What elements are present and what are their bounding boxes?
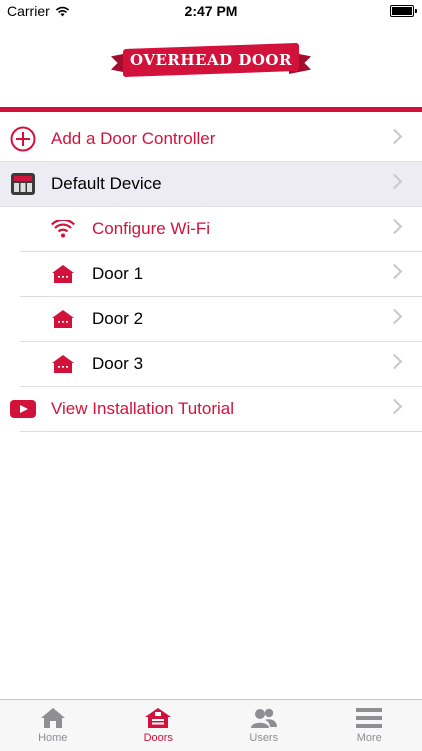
row-label: View Installation Tutorial: [51, 399, 234, 419]
garage-icon: [144, 707, 172, 729]
home-icon: [40, 707, 66, 729]
default-device-row[interactable]: Default Device: [0, 162, 422, 207]
door-1-row[interactable]: Door 1: [20, 252, 422, 297]
device-list: Add a Door Controller Default Device Co: [0, 117, 422, 432]
status-time: 2:47 PM: [0, 3, 422, 19]
garage-icon: [50, 306, 76, 332]
plus-circle-icon: [10, 126, 36, 152]
installation-tutorial-row[interactable]: View Installation Tutorial: [20, 387, 422, 432]
overhead-door-logo: OVERHEAD DOOR: [111, 40, 311, 84]
row-label: Door 1: [92, 264, 143, 284]
tab-label: Home: [38, 732, 67, 744]
logo-text: OVERHEAD DOOR: [123, 48, 299, 72]
tab-home[interactable]: Home: [0, 700, 106, 751]
chevron-right-icon: [387, 219, 403, 235]
battery-icon: [390, 5, 414, 17]
row-label: Door 2: [92, 309, 143, 329]
menu-icon: [356, 707, 382, 729]
chevron-right-icon: [387, 399, 403, 415]
chevron-right-icon: [387, 264, 403, 280]
configure-wifi-row[interactable]: Configure Wi-Fi: [20, 207, 422, 252]
tab-label: Users: [249, 732, 278, 744]
door-2-row[interactable]: Door 2: [20, 297, 422, 342]
door-3-row[interactable]: Door 3: [20, 342, 422, 387]
garage-icon: [50, 351, 76, 377]
tab-users[interactable]: Users: [211, 700, 317, 751]
tab-doors[interactable]: Doors: [106, 700, 212, 751]
add-door-controller-row[interactable]: Add a Door Controller: [0, 117, 422, 162]
chevron-right-icon: [387, 174, 403, 190]
users-icon: [250, 707, 278, 729]
youtube-play-icon: [10, 396, 36, 422]
chevron-right-icon: [387, 129, 403, 145]
chevron-right-icon: [387, 354, 403, 370]
status-bar: Carrier 2:47 PM: [0, 0, 422, 22]
row-label: Configure Wi-Fi: [92, 219, 210, 239]
header-divider: [0, 107, 422, 112]
app-header: OVERHEAD DOOR: [0, 22, 422, 108]
tab-label: Doors: [144, 732, 173, 744]
tab-more[interactable]: More: [317, 700, 422, 751]
chevron-right-icon: [387, 309, 403, 325]
row-label: Add a Door Controller: [51, 129, 215, 149]
row-label: Door 3: [92, 354, 143, 374]
wifi-icon: [50, 216, 76, 242]
controller-device-icon: [10, 171, 36, 197]
garage-icon: [50, 261, 76, 287]
row-label: Default Device: [51, 174, 162, 194]
tab-bar: Home Doors Users More: [0, 699, 422, 751]
tab-label: More: [357, 732, 382, 744]
